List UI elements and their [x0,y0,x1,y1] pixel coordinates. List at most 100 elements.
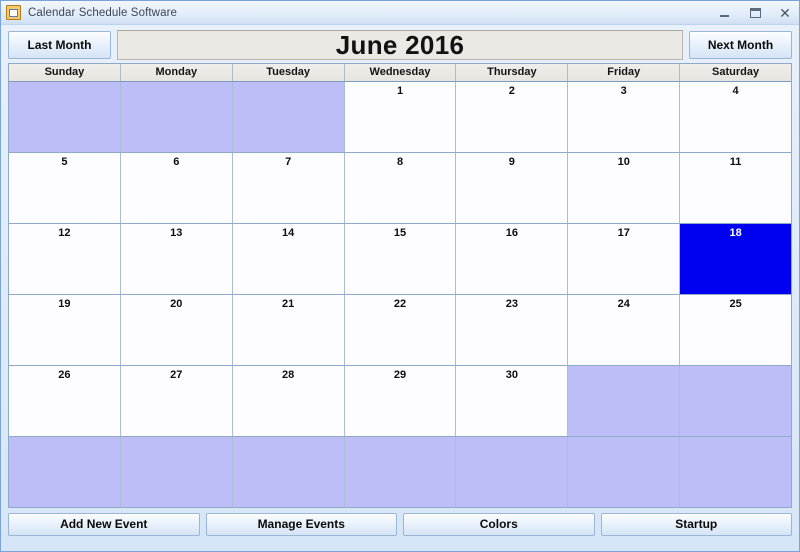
calendar-day-number [680,437,791,439]
calendar-day-number [121,437,232,439]
calendar-day-cell[interactable]: 3 [568,82,681,152]
calendar-day-cell[interactable]: 18 [680,224,792,294]
calendar-day-cell[interactable]: 20 [120,295,233,365]
calendar-day-cell[interactable]: 30 [456,366,569,436]
calendar-day-cell[interactable]: 22 [344,295,457,365]
calendar-day-cell[interactable]: 16 [456,224,569,294]
calendar-day-cell[interactable]: 28 [232,366,345,436]
next-month-button[interactable]: Next Month [689,30,792,59]
day-header-saturday: Saturday [680,64,792,81]
calendar-day-number [233,437,344,439]
day-header-friday: Friday [568,64,681,81]
calendar-day-number [9,82,120,84]
day-header-tuesday: Tuesday [232,64,345,81]
calendar-day-cell[interactable]: 23 [456,295,569,365]
calendar-day-cell[interactable]: 15 [344,224,457,294]
calendar-week-row: 19 20 21 22 23 24 25 [9,294,792,365]
calendar-day-cell[interactable]: 19 [9,295,121,365]
month-navigation-bar: Last Month June 2016 Next Month [1,25,799,63]
calendar-day-cell[interactable]: 25 [680,295,792,365]
calendar-day-cell-empty [568,366,681,436]
calendar-day-cell[interactable]: 8 [344,153,457,223]
window-controls: ✕ [717,1,793,25]
calendar-day-cell[interactable]: 4 [680,82,792,152]
calendar-day-number: 18 [729,227,742,239]
calendar-day-number [345,437,456,439]
calendar-day-cell[interactable]: 27 [120,366,233,436]
calendar-day-number: 13 [170,227,183,239]
calendar-day-number: 8 [396,156,404,168]
add-new-event-button[interactable]: Add New Event [8,513,200,536]
calendar-day-number: 28 [282,369,295,381]
calendar-day-cell-empty [120,437,233,507]
calendar-day-number: 9 [508,156,515,168]
calendar-day-cell[interactable]: 12 [9,224,121,294]
calendar-day-cell-empty [232,437,345,507]
calendar-day-number: 2 [508,85,515,97]
calendar-day-cell-empty [680,366,792,436]
calendar-day-number: 10 [617,156,630,168]
calendar-day-cell[interactable]: 29 [344,366,457,436]
title-bar: Calendar Schedule Software ✕ [1,1,799,25]
calendar-grid: Sunday Monday Tuesday Wednesday Thursday… [8,63,792,508]
calendar-day-cell-empty [120,82,233,152]
calendar-day-cell[interactable]: 1 [344,82,457,152]
calendar-day-number: 20 [170,298,183,310]
calendar-week-row: 26 27 28 29 30 [9,365,792,436]
calendar-day-number: 27 [170,369,183,381]
calendar-day-number: 15 [393,227,407,239]
calendar-day-cell-empty [232,82,345,152]
startup-button[interactable]: Startup [600,513,792,536]
calendar-day-number: 24 [617,298,630,310]
calendar-day-cell-empty [680,437,792,507]
calendar-day-cell[interactable]: 5 [9,153,121,223]
calendar-day-number: 4 [732,85,739,97]
calendar-day-number: 7 [285,156,292,168]
calendar-day-cell[interactable]: 10 [568,153,681,223]
calendar-day-number: 5 [61,156,68,168]
calendar-day-number [233,82,344,84]
calendar-day-cell-empty [456,437,569,507]
calendar-day-cell[interactable]: 13 [120,224,233,294]
app-window: Calendar Schedule Software ✕ Last Month … [0,0,800,552]
action-bar: Add New Event Manage Events Colors Start… [1,508,799,542]
calendar-day-number [568,437,679,439]
day-header-monday: Monday [120,64,233,81]
month-title-panel: June 2016 [117,29,683,60]
calendar-day-number: 26 [58,369,71,381]
calendar-day-cell[interactable]: 26 [9,366,121,436]
day-header-thursday: Thursday [456,64,569,81]
manage-events-button[interactable]: Manage Events [205,513,397,536]
calendar-day-number [121,82,232,84]
calendar-day-cell[interactable]: 2 [456,82,569,152]
calendar-day-cell[interactable]: 21 [232,295,345,365]
page-title: June 2016 [335,29,465,60]
calendar-day-cell[interactable]: 9 [456,153,569,223]
last-month-button[interactable]: Last Month [8,30,111,59]
calendar-week-row [9,436,792,507]
day-header-wednesday: Wednesday [344,64,457,81]
calendar-day-cell[interactable]: 11 [680,153,792,223]
minimize-icon[interactable] [717,5,733,21]
calendar-day-number: 30 [505,369,518,381]
calendar-day-number: 11 [729,156,742,168]
calendar-day-number: 29 [393,369,407,381]
calendar-day-cell-empty [9,82,121,152]
calendar-day-number: 1 [396,85,404,97]
calendar-day-number: 25 [729,298,742,310]
calendar-day-number: 23 [505,298,518,310]
calendar-day-cell[interactable]: 7 [232,153,345,223]
calendar-day-number [9,437,120,439]
close-icon[interactable]: ✕ [777,5,793,21]
maximize-icon[interactable] [747,5,763,21]
calendar-day-number [456,437,567,439]
calendar-day-number: 19 [58,298,71,310]
calendar-day-cell[interactable]: 24 [568,295,681,365]
calendar-day-cell-empty [9,437,121,507]
calendar-day-number: 3 [620,85,627,97]
calendar-day-cell[interactable]: 17 [568,224,681,294]
calendar-day-cell[interactable]: 14 [232,224,345,294]
calendar-day-cell[interactable]: 6 [120,153,233,223]
calendar-day-number [680,366,791,368]
colors-button[interactable]: Colors [403,513,595,536]
